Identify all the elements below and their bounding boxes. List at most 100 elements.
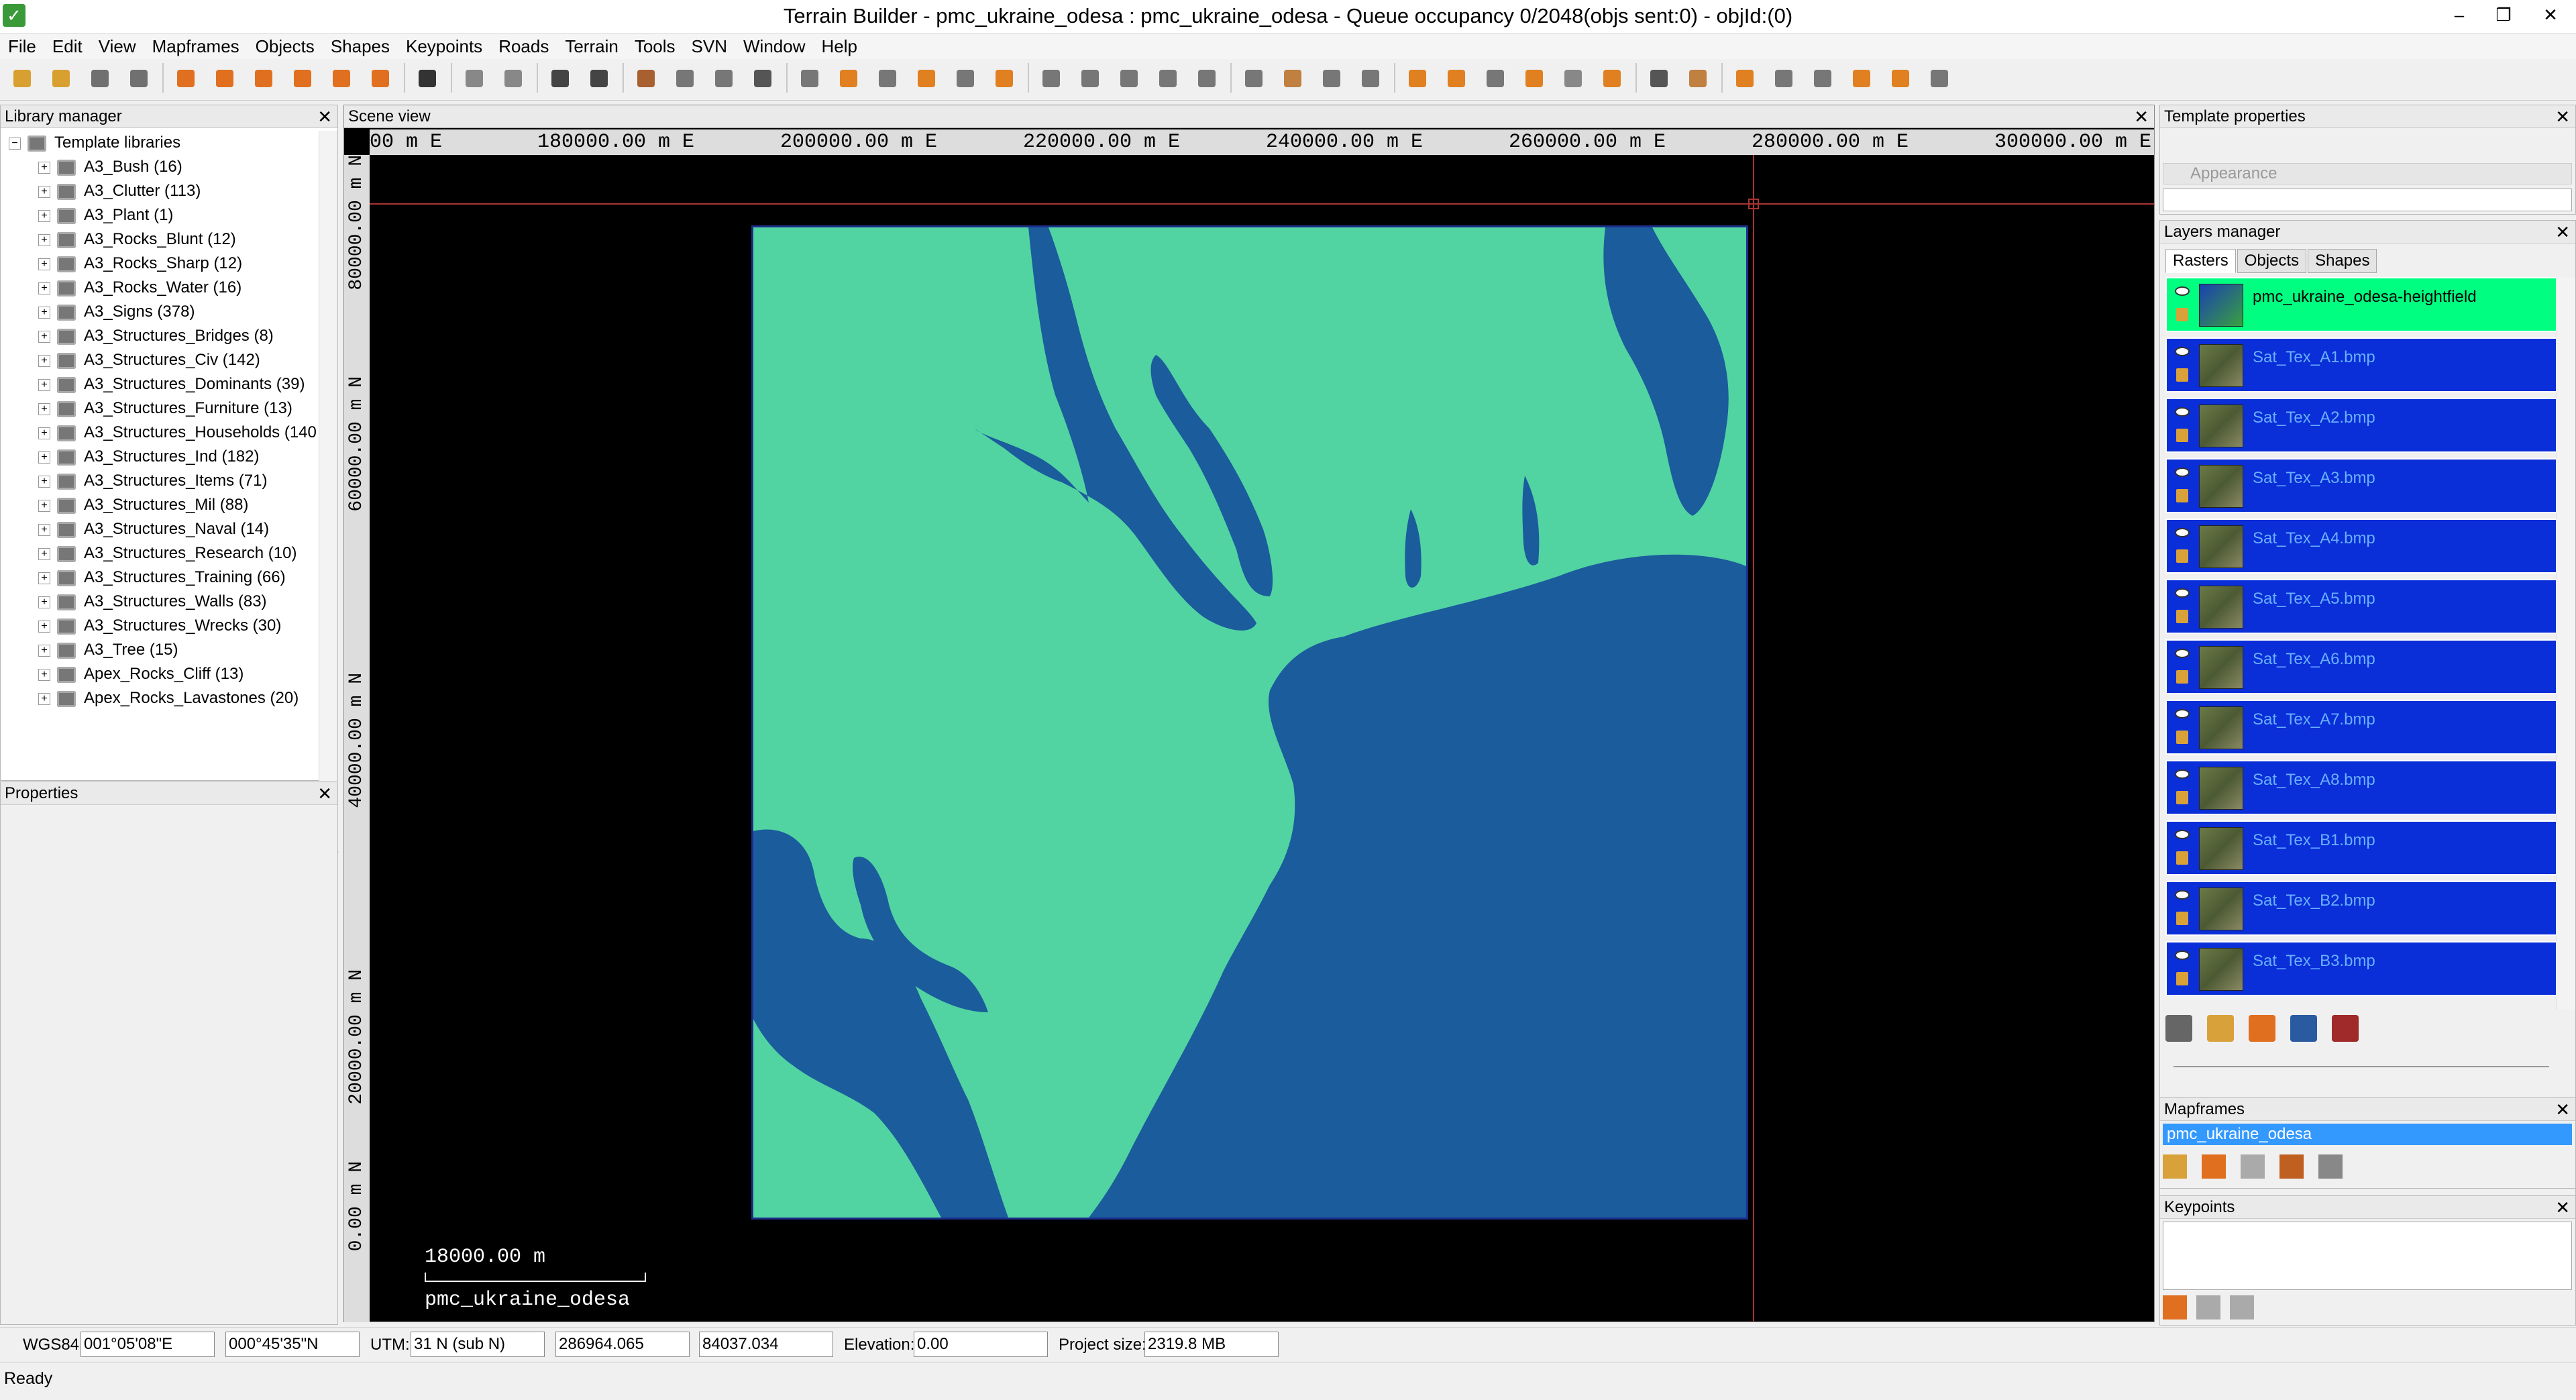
place-icon[interactable]	[1597, 63, 1627, 94]
layer-row[interactable]: Sat_Tex_A8.bmp	[2165, 760, 2557, 815]
lock-icon[interactable]	[2176, 549, 2188, 563]
visibility-eye-icon[interactable]	[2175, 769, 2190, 779]
menu-keypoints[interactable]: Keypoints	[398, 34, 490, 59]
layers-scrollbar[interactable]	[2557, 277, 2575, 1010]
close-scene-icon[interactable]: ✕	[2134, 105, 2149, 128]
snap-icon[interactable]	[631, 63, 661, 94]
ruler-icon[interactable]	[669, 63, 700, 94]
expand-icon[interactable]: +	[38, 161, 50, 174]
zoom-in-icon[interactable]	[287, 63, 318, 94]
hand-select-icon[interactable]	[1238, 63, 1269, 94]
tree-item[interactable]: + A3_Structures_Households (140	[1, 421, 319, 445]
zoom-extent-icon[interactable]	[248, 63, 279, 94]
visibility-eye-icon[interactable]	[2175, 528, 2190, 537]
collapse-icon[interactable]: −	[9, 137, 21, 150]
tools-icon[interactable]	[1644, 63, 1674, 94]
menu-terrain[interactable]: Terrain	[557, 34, 626, 59]
expand-icon[interactable]: +	[38, 620, 50, 633]
terrain-map[interactable]	[751, 225, 1748, 1220]
tree-item[interactable]: + A3_Structures_Mil (88)	[1, 493, 319, 517]
scatter-icon[interactable]	[1519, 63, 1550, 94]
menu-shapes[interactable]: Shapes	[323, 34, 398, 59]
menu-window[interactable]: Window	[735, 34, 813, 59]
lock-icon[interactable]	[2176, 851, 2188, 865]
tree-item[interactable]: + A3_Rocks_Sharp (12)	[1, 252, 319, 276]
visibility-eye-icon[interactable]	[2175, 407, 2190, 417]
tree-item[interactable]: + A3_Structures_Research (10)	[1, 541, 319, 566]
view-1-icon[interactable]	[1036, 63, 1067, 94]
tree-item[interactable]: + A3_Rocks_Water (16)	[1, 276, 319, 300]
layer-row[interactable]: Sat_Tex_B2.bmp	[2165, 881, 2557, 936]
layer-row[interactable]: Sat_Tex_A4.bmp	[2165, 519, 2557, 574]
close-properties-icon[interactable]: ✕	[317, 782, 332, 805]
tree-item[interactable]: + A3_Structures_Dominants (39)	[1, 372, 319, 396]
view-4-icon[interactable]	[1152, 63, 1183, 94]
shape-1-icon[interactable]	[1729, 63, 1760, 94]
layer-row[interactable]: Sat_Tex_B3.bmp	[2165, 941, 2557, 996]
tree-item[interactable]: + Apex_Rocks_Cliff (13)	[1, 662, 319, 686]
expand-icon[interactable]: +	[38, 692, 50, 705]
clapper-icon[interactable]	[412, 63, 443, 94]
close-keypoints-icon[interactable]: ✕	[2555, 1196, 2570, 1219]
grid-icon[interactable]	[708, 63, 739, 94]
close-library-icon[interactable]: ✕	[317, 105, 332, 128]
template-property-field[interactable]	[2163, 189, 2572, 211]
dots-grid-icon[interactable]	[911, 63, 942, 94]
zoom-fit-icon[interactable]	[170, 63, 201, 94]
shape-6-icon[interactable]	[1924, 63, 1955, 94]
lock-icon[interactable]	[2176, 670, 2188, 684]
visibility-eye-icon[interactable]	[2175, 286, 2190, 296]
close-template-properties-icon[interactable]: ✕	[2555, 105, 2570, 128]
expand-icon[interactable]: +	[38, 427, 50, 439]
menu-objects[interactable]: Objects	[248, 34, 323, 59]
layer-row[interactable]: pmc_ukraine_odesa-heightfield	[2165, 277, 2557, 332]
shape-2-icon[interactable]	[1768, 63, 1799, 94]
lock-icon[interactable]	[2176, 489, 2188, 502]
terrain-icon[interactable]	[1558, 63, 1589, 94]
box-orange-icon[interactable]	[833, 63, 864, 94]
appearance-section[interactable]: Appearance	[2163, 163, 2572, 184]
visibility-eye-icon[interactable]	[2175, 347, 2190, 356]
toggle-visibility-icon[interactable]	[2165, 1015, 2192, 1042]
visibility-eye-icon[interactable]	[2175, 588, 2190, 598]
tab-rasters[interactable]: Rasters	[2165, 249, 2236, 273]
shape-5-icon[interactable]	[1885, 63, 1916, 94]
open-project-icon[interactable]	[46, 63, 76, 94]
u-tool-icon[interactable]	[584, 63, 614, 94]
lock-icon[interactable]	[2176, 368, 2188, 382]
menu-tools[interactable]: Tools	[627, 34, 684, 59]
tree-item[interactable]: + A3_Bush (16)	[1, 155, 319, 179]
expand-icon[interactable]: +	[38, 402, 50, 415]
axis-icon[interactable]	[872, 63, 903, 94]
close-mapframes-icon[interactable]: ✕	[2555, 1098, 2570, 1121]
save-all-icon[interactable]	[123, 63, 154, 94]
visibility-eye-icon[interactable]	[2175, 649, 2190, 658]
add-keypoint-icon[interactable]	[2163, 1295, 2187, 1320]
grid-fine-icon[interactable]	[747, 63, 778, 94]
visibility-eye-icon[interactable]	[2175, 830, 2190, 839]
move-layer-up-icon[interactable]	[2290, 1015, 2317, 1042]
tree-item[interactable]: + A3_Plant (1)	[1, 203, 319, 227]
lasso-icon[interactable]	[1277, 63, 1308, 94]
expand-icon[interactable]: +	[38, 354, 50, 367]
mapframe-item[interactable]: pmc_ukraine_odesa	[2163, 1124, 2572, 1145]
visibility-eye-icon[interactable]	[2175, 468, 2190, 477]
menu-edit[interactable]: Edit	[44, 34, 91, 59]
minimize-button[interactable]: –	[2439, 1, 2479, 28]
visibility-eye-icon[interactable]	[2175, 890, 2190, 900]
tab-shapes[interactable]: Shapes	[2308, 249, 2377, 273]
expand-icon[interactable]: +	[38, 185, 50, 198]
expand-icon[interactable]: +	[38, 596, 50, 608]
tree-item[interactable]: + A3_Structures_Naval (14)	[1, 517, 319, 541]
expand-icon[interactable]: +	[38, 475, 50, 488]
expand-icon[interactable]: +	[38, 330, 50, 343]
expand-icon[interactable]: +	[38, 523, 50, 536]
zoom-out-icon[interactable]	[326, 63, 357, 94]
lock-layer-icon[interactable]	[2207, 1015, 2234, 1042]
tree-item[interactable]: + A3_Structures_Bridges (8)	[1, 324, 319, 348]
layer-row[interactable]: Sat_Tex_A6.bmp	[2165, 639, 2557, 694]
tree-item[interactable]: + A3_Structures_Civ (142)	[1, 348, 319, 372]
mapframe-add-icon[interactable]	[2202, 1154, 2226, 1179]
expand-icon[interactable]: +	[38, 233, 50, 246]
tree-item[interactable]: + A3_Tree (15)	[1, 638, 319, 662]
